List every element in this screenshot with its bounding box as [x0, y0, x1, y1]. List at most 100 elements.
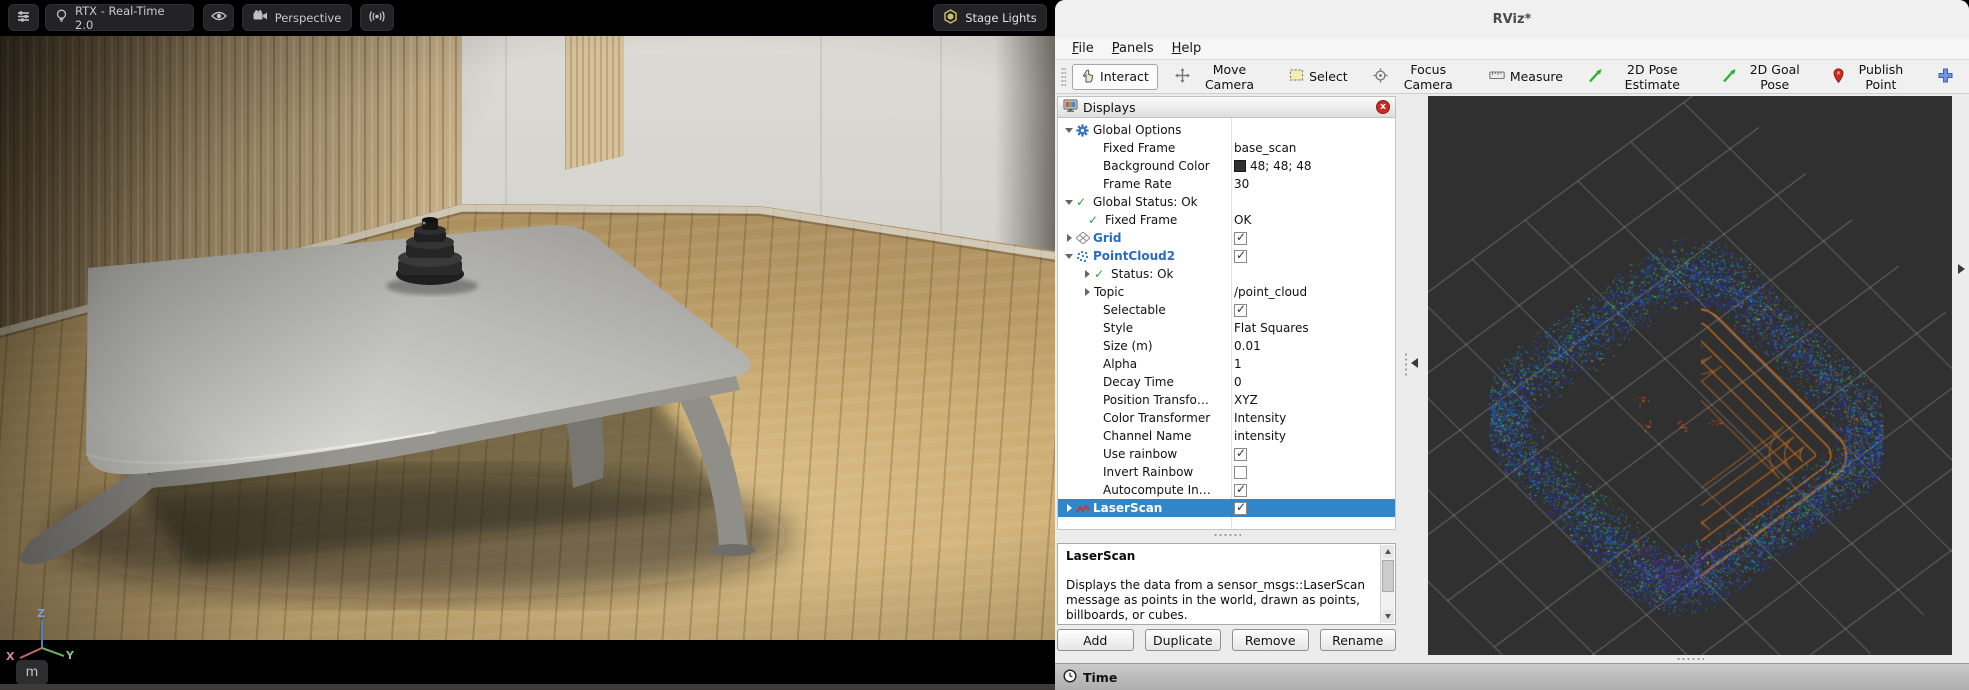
property-value[interactable]: [1234, 229, 1395, 247]
property-value[interactable]: OK: [1234, 211, 1395, 229]
unit-button[interactable]: m: [16, 660, 48, 685]
checkbox-checked[interactable]: [1234, 484, 1247, 497]
tool-focus-camera[interactable]: Focus Camera: [1365, 64, 1472, 90]
expander-open-icon[interactable]: [1064, 124, 1076, 136]
tool-2d-goal-pose[interactable]: 2D Goal Pose: [1714, 64, 1816, 90]
displays-panel-header[interactable]: Displays x: [1057, 96, 1396, 118]
scroll-up-button[interactable]: [1382, 545, 1394, 558]
scroll-down-button[interactable]: [1382, 610, 1394, 623]
checkbox-checked[interactable]: [1234, 232, 1247, 245]
expander-closed-icon[interactable]: [1082, 286, 1094, 298]
tool-move-camera[interactable]: Move Camera: [1167, 64, 1272, 90]
property-value[interactable]: [1234, 301, 1395, 319]
expander-open-icon[interactable]: [1064, 250, 1076, 262]
display-row-background-color[interactable]: Background Color48; 48; 48: [1058, 157, 1395, 175]
menu-help[interactable]: Help: [1163, 41, 1211, 56]
display-row-fixed-frame[interactable]: Fixed Framebase_scan: [1058, 139, 1395, 157]
display-row-laserscan[interactable]: LaserScan: [1058, 499, 1395, 517]
sim-viewport-pane: RTX - Real-Time 2.0 Perspective Stage Li…: [0, 0, 1055, 690]
property-value[interactable]: Intensity: [1234, 409, 1395, 427]
property-value[interactable]: 30: [1234, 175, 1395, 193]
menu-panels[interactable]: Panels: [1103, 41, 1163, 56]
checkbox-checked[interactable]: [1234, 250, 1247, 263]
expander-open-icon[interactable]: [1064, 196, 1076, 208]
collapse-left-icon[interactable]: [1411, 358, 1418, 368]
display-row-frame-rate[interactable]: Frame Rate30: [1058, 175, 1395, 193]
display-row-selectable[interactable]: Selectable: [1058, 301, 1395, 319]
stage-lights-button[interactable]: Stage Lights: [933, 4, 1047, 31]
tool-2d-pose-estimate[interactable]: 2D Pose Estimate: [1580, 64, 1705, 90]
rviz-3d-viewport[interactable]: [1428, 96, 1952, 655]
rviz-titlebar[interactable]: RViz*: [1055, 0, 1969, 38]
checkbox-checked[interactable]: [1234, 502, 1247, 515]
display-row-fixed-frame[interactable]: ✓Fixed FrameOK: [1058, 211, 1395, 229]
property-value[interactable]: [1234, 247, 1395, 265]
property-value[interactable]: 0: [1234, 373, 1395, 391]
property-value[interactable]: 0.01: [1234, 337, 1395, 355]
property-value[interactable]: [1234, 481, 1395, 499]
checkbox-checked[interactable]: [1234, 304, 1247, 317]
duplicate-button[interactable]: Duplicate: [1145, 629, 1222, 651]
expander-closed-icon[interactable]: [1082, 268, 1094, 280]
display-row-pointcloud2[interactable]: PointCloud2: [1058, 247, 1395, 265]
expander-closed-icon[interactable]: [1064, 502, 1076, 514]
display-row-color-transformer[interactable]: Color TransformerIntensity: [1058, 409, 1395, 427]
display-row-use-rainbow[interactable]: Use rainbow: [1058, 445, 1395, 463]
display-row-topic[interactable]: Topic/point_cloud: [1058, 283, 1395, 301]
tool-label: Select: [1309, 69, 1348, 84]
tool-interact[interactable]: Interact: [1072, 64, 1158, 90]
property-value[interactable]: base_scan: [1234, 139, 1395, 157]
property-value[interactable]: intensity: [1234, 427, 1395, 445]
expander-closed-icon[interactable]: [1064, 232, 1076, 244]
viewport-settings-button[interactable]: [8, 4, 39, 31]
camera-selector-button[interactable]: Perspective: [242, 4, 352, 31]
tool-add-tool[interactable]: [1930, 64, 1961, 90]
property-value[interactable]: 1: [1234, 355, 1395, 373]
display-row-grid[interactable]: Grid: [1058, 229, 1395, 247]
display-row-global-options[interactable]: Global Options: [1058, 121, 1395, 139]
tool-select[interactable]: Select: [1281, 64, 1356, 90]
display-row-alpha[interactable]: Alpha1: [1058, 355, 1395, 373]
tool-label: 2D Goal Pose: [1742, 62, 1808, 92]
property-value[interactable]: XYZ: [1234, 391, 1395, 409]
remove-button[interactable]: Remove: [1232, 629, 1309, 651]
add-button[interactable]: Add: [1057, 629, 1134, 651]
tool-measure[interactable]: Measure: [1481, 64, 1571, 90]
bottom-splitter-handle[interactable]: [1676, 657, 1704, 661]
display-row-autocompute-in[interactable]: Autocompute In…: [1058, 481, 1395, 499]
rename-button[interactable]: Rename: [1320, 629, 1397, 651]
time-panel-header[interactable]: Time: [1055, 663, 1969, 690]
toolbar-grip[interactable]: [1061, 67, 1066, 87]
checkbox-unchecked[interactable]: [1234, 466, 1247, 479]
display-row-global-status-ok[interactable]: ✓Global Status: Ok: [1058, 193, 1395, 211]
display-row-decay-time[interactable]: Decay Time0: [1058, 373, 1395, 391]
property-label: Style: [1103, 321, 1133, 335]
description-scrollbar[interactable]: [1380, 545, 1394, 623]
close-panel-button[interactable]: x: [1376, 100, 1390, 114]
property-value[interactable]: [1234, 499, 1395, 517]
property-value[interactable]: /point_cloud: [1234, 283, 1395, 301]
collapse-right-icon[interactable]: [1958, 264, 1965, 274]
property-value[interactable]: [1234, 463, 1395, 481]
display-row-invert-rainbow[interactable]: Invert Rainbow: [1058, 463, 1395, 481]
z-axis-label: Z: [37, 607, 45, 620]
display-row-channel-name[interactable]: Channel Nameintensity: [1058, 427, 1395, 445]
display-description-box: LaserScan Displays the data from a senso…: [1057, 543, 1396, 625]
sim-3d-scene[interactable]: [0, 36, 1055, 640]
panel-splitter-handle[interactable]: [1213, 533, 1241, 537]
display-row-size-m[interactable]: Size (m)0.01: [1058, 337, 1395, 355]
property-value[interactable]: Flat Squares: [1234, 319, 1395, 337]
property-value[interactable]: 48; 48; 48: [1234, 157, 1395, 175]
visibility-button[interactable]: [203, 4, 234, 31]
renderer-selector-button[interactable]: RTX - Real-Time 2.0: [45, 4, 194, 31]
display-row-status-ok[interactable]: ✓Status: Ok: [1058, 265, 1395, 283]
left-splitter[interactable]: [1398, 94, 1428, 655]
capture-button[interactable]: [360, 4, 394, 31]
checkbox-checked[interactable]: [1234, 448, 1247, 461]
display-row-style[interactable]: Style Flat Squares: [1058, 319, 1395, 337]
menu-file[interactable]: File: [1063, 41, 1103, 56]
scroll-thumb[interactable]: [1382, 560, 1394, 592]
display-row-position-transfo[interactable]: Position Transfo…XYZ: [1058, 391, 1395, 409]
property-value[interactable]: [1234, 445, 1395, 463]
tool-publish-point[interactable]: Publish Point: [1825, 64, 1921, 90]
